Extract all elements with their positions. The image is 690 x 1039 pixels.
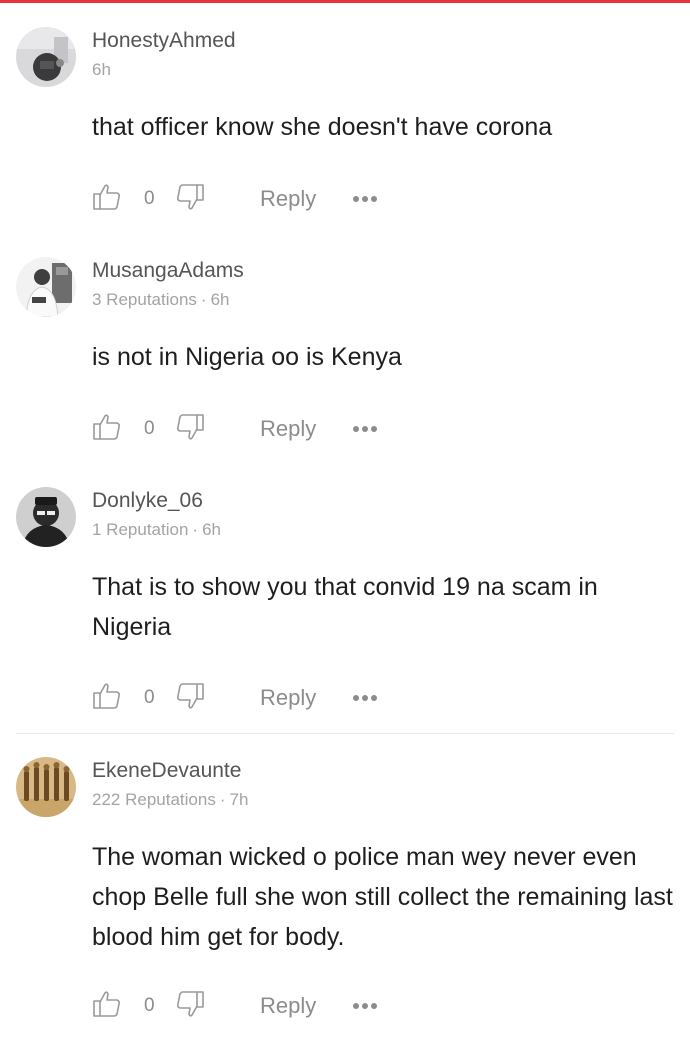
thumbs-up-icon <box>92 681 122 716</box>
comment-username[interactable]: HonestyAhmed <box>92 29 236 53</box>
meta-separator: · <box>192 520 199 539</box>
comment-text: is not in Nigeria oo is Kenya <box>92 343 402 371</box>
thumbs-down-icon <box>175 182 205 217</box>
like-count: 0 <box>144 188 155 209</box>
reply-button[interactable]: Reply <box>260 412 316 446</box>
comment-item: EkeneDevaunte 222 Reputations · 7h The wom… <box>0 757 690 1039</box>
more-options-button[interactable] <box>352 412 378 446</box>
more-dots-icon <box>352 689 378 707</box>
comment-text: that officer know she doesn't have coron… <box>92 113 553 141</box>
like-button[interactable] <box>92 182 122 216</box>
comment-reputation: 222 Reputations <box>92 790 216 809</box>
comment-item: HonestyAhmed 6h that officer know she do… <box>0 27 690 227</box>
more-dots-icon <box>352 997 378 1015</box>
more-options-button[interactable] <box>352 681 378 715</box>
comment-text: That is to show you that convid 19 na sc… <box>92 573 598 641</box>
comment-divider <box>16 733 674 734</box>
comment-username[interactable]: EkeneDevaunte <box>92 759 241 783</box>
comment-time: 6h <box>210 290 230 309</box>
comment-username[interactable]: MusangaAdams <box>92 259 244 283</box>
thumbs-down-icon <box>175 681 205 716</box>
thumbs-down-icon <box>175 989 205 1024</box>
like-button[interactable] <box>92 412 122 446</box>
like-count: 0 <box>144 995 155 1016</box>
comment-text: The woman wicked o police man wey never … <box>92 843 673 951</box>
comment-actions: 0 Reply <box>92 412 392 446</box>
dislike-button[interactable] <box>175 182 205 216</box>
like-count: 0 <box>144 687 155 708</box>
comment-meta: 1 Reputation · 6h <box>92 520 221 540</box>
comment-meta: 222 Reputations · 7h <box>92 790 248 810</box>
more-options-button[interactable] <box>352 182 378 216</box>
comment-meta: 3 Reputations · 6h <box>92 290 230 310</box>
dislike-button[interactable] <box>175 681 205 715</box>
avatar[interactable] <box>16 257 76 317</box>
comment-time: 7h <box>229 790 249 809</box>
avatar[interactable] <box>16 757 76 817</box>
more-dots-icon <box>352 420 378 438</box>
like-count: 0 <box>144 418 155 439</box>
like-button[interactable] <box>92 989 122 1023</box>
reply-button[interactable]: Reply <box>260 182 316 216</box>
thumbs-up-icon <box>92 989 122 1024</box>
comment-item: Donlyke_06 1 Reputation · 6h That is to sh… <box>0 487 690 727</box>
reply-button[interactable]: Reply <box>260 681 316 715</box>
comment-item: MusangaAdams 3 Reputations · 6h is not in … <box>0 257 690 457</box>
comment-time: 6h <box>202 520 221 539</box>
reply-button[interactable]: Reply <box>260 989 316 1023</box>
more-dots-icon <box>352 190 378 208</box>
meta-separator: · <box>200 290 207 309</box>
comment-reputation: 1 Reputation <box>92 520 189 539</box>
like-button[interactable] <box>92 681 122 715</box>
thumbs-down-icon <box>175 412 205 447</box>
comment-actions: 0 Reply <box>92 182 392 216</box>
comment-actions: 0 Reply <box>92 681 392 715</box>
top-accent-bar <box>0 0 690 3</box>
dislike-button[interactable] <box>175 989 205 1023</box>
comment-username[interactable]: Donlyke_06 <box>92 489 203 513</box>
dislike-button[interactable] <box>175 412 205 446</box>
thumbs-up-icon <box>92 182 122 217</box>
comment-reputation: 3 Reputations <box>92 290 197 309</box>
thumbs-up-icon <box>92 412 122 447</box>
comment-meta: 6h <box>92 60 111 80</box>
comment-time: 6h <box>92 60 111 79</box>
avatar[interactable] <box>16 27 76 87</box>
more-options-button[interactable] <box>352 989 378 1023</box>
avatar[interactable] <box>16 487 76 547</box>
meta-separator: · <box>219 790 226 809</box>
comment-actions: 0 Reply <box>92 989 392 1023</box>
